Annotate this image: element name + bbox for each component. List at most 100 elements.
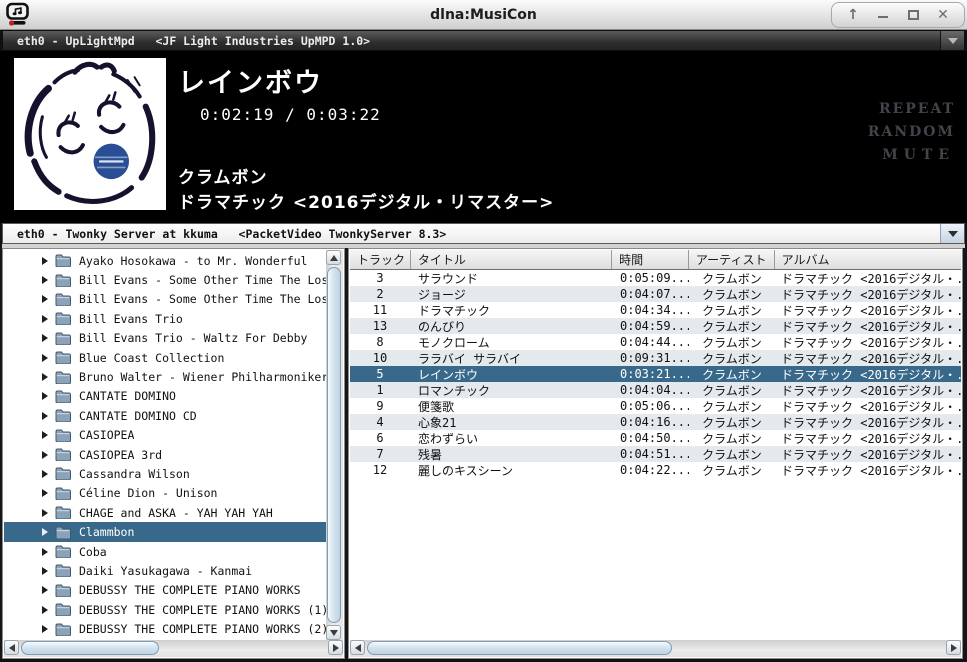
maximize-button[interactable] xyxy=(900,5,926,25)
tree-item[interactable]: DEBUSSY THE COMPLETE PIANO WORKS xyxy=(4,581,326,600)
column-header-track[interactable]: トラック xyxy=(350,250,410,269)
tree-item[interactable]: CANTATE DOMINO CD xyxy=(4,406,326,425)
tree-item[interactable]: CASIOPEA xyxy=(4,426,326,445)
scroll-left-button[interactable] xyxy=(4,640,19,655)
expander-icon[interactable] xyxy=(42,257,48,265)
tree-item[interactable]: Clammbon xyxy=(4,522,326,541)
cell-title: 便箋歌 xyxy=(410,398,612,415)
scroll-down-button[interactable] xyxy=(326,625,341,640)
column-header-artist[interactable]: アーティスト xyxy=(688,250,774,269)
expander-icon[interactable] xyxy=(42,295,48,303)
scroll-right-button[interactable] xyxy=(946,640,961,655)
renderer-dropdown-button[interactable] xyxy=(940,31,964,50)
expander-icon[interactable] xyxy=(42,586,48,594)
table-row[interactable]: 6 恋わずらい 0:04:50... クラムボン ドラマチック <2016デジタ… xyxy=(350,430,961,446)
server-dropdown-button[interactable] xyxy=(940,224,964,243)
tree-horizontal-scrollbar[interactable] xyxy=(4,640,343,657)
expander-icon[interactable] xyxy=(42,509,48,517)
expander-icon[interactable] xyxy=(42,451,48,459)
expander-icon[interactable] xyxy=(42,276,48,284)
tree-item-label: CANTATE DOMINO xyxy=(79,389,176,403)
triangle-left-icon xyxy=(9,644,15,652)
tree-item[interactable]: CANTATE DOMINO xyxy=(4,387,326,406)
table-row[interactable]: 11 ドラマチック 0:04:34... クラムボン ドラマチック <2016デ… xyxy=(350,302,961,318)
repeat-toggle[interactable]: REPEAT xyxy=(879,101,955,117)
table-row[interactable]: 2 ジョージ 0:04:07... クラムボン ドラマチック <2016デジタル… xyxy=(350,286,961,302)
table-row[interactable]: 1 ロマンチック 0:04:04... クラムボン ドラマチック <2016デジ… xyxy=(350,382,961,398)
track-list: 3 サラウンド 0:05:09... クラムボン ドラマチック <2016デジタ… xyxy=(350,270,961,640)
server-select[interactable]: eth0 - Twonky Server at kkuma <PacketVid… xyxy=(2,223,965,244)
random-toggle[interactable]: RANDOM xyxy=(868,124,955,140)
table-row[interactable]: 13 のんびり 0:04:59... クラムボン ドラマチック <2016デジタ… xyxy=(350,318,961,334)
table-hscroll-thumb[interactable] xyxy=(367,641,672,655)
tree-item[interactable]: Bill Evans - Some Other Time The Lost Se… xyxy=(4,270,326,289)
expander-icon[interactable] xyxy=(42,334,48,342)
triangle-left-icon xyxy=(355,644,361,652)
tree-item[interactable]: DEBUSSY THE COMPLETE PIANO WORKS (1) xyxy=(4,600,326,619)
table-row[interactable]: 8 モノクローム 0:04:44... クラムボン ドラマチック <2016デジ… xyxy=(350,334,961,350)
cell-track: 1 xyxy=(350,383,410,397)
close-button[interactable]: ✕ xyxy=(930,5,956,25)
expander-icon[interactable] xyxy=(42,373,48,381)
tree-item[interactable]: Ayako Hosokawa - to Mr. Wonderful xyxy=(4,251,326,270)
minimize-button[interactable] xyxy=(870,5,896,25)
scroll-left-button[interactable] xyxy=(350,640,365,655)
tree-item[interactable]: Cassandra Wilson xyxy=(4,464,326,483)
expander-icon[interactable] xyxy=(42,489,48,497)
table-row[interactable]: 5 レインボウ 0:03:21... クラムボン ドラマチック <2016デジタ… xyxy=(350,366,961,382)
expander-icon[interactable] xyxy=(42,548,48,556)
expander-icon[interactable] xyxy=(42,567,48,575)
scroll-right-button[interactable] xyxy=(328,640,343,655)
tree-item[interactable]: Bill Evans Trio xyxy=(4,309,326,328)
expander-icon[interactable] xyxy=(42,625,48,633)
cell-track: 7 xyxy=(350,447,410,461)
expander-icon[interactable] xyxy=(42,412,48,420)
track-album: ドラマチック <2016デジタル・リマスター> xyxy=(178,188,554,213)
tree-item[interactable]: CASIOPEA 3rd xyxy=(4,445,326,464)
cell-album: ドラマチック <2016デジタル・.. xyxy=(775,398,961,415)
scroll-up-button[interactable] xyxy=(326,250,341,265)
table-horizontal-scrollbar[interactable] xyxy=(350,640,961,657)
column-header-time[interactable]: 時間 xyxy=(611,250,688,269)
tree-vertical-scrollbar[interactable] xyxy=(326,250,343,640)
cell-artist: クラムボン xyxy=(689,382,775,399)
cell-time: 0:04:07... xyxy=(612,287,689,301)
cell-title: ドラマチック xyxy=(410,302,612,319)
tree-item[interactable]: Coba xyxy=(4,542,326,561)
shade-button[interactable]: ↑ xyxy=(840,5,866,25)
cell-artist: クラムボン xyxy=(689,334,775,351)
column-header-album[interactable]: アルバム xyxy=(774,250,961,269)
expander-icon[interactable] xyxy=(42,354,48,362)
expander-icon[interactable] xyxy=(42,392,48,400)
expander-icon[interactable] xyxy=(42,606,48,614)
mute-toggle[interactable]: MUTE xyxy=(882,147,955,163)
expander-icon[interactable] xyxy=(42,315,48,323)
renderer-select[interactable]: eth0 - UpLightMpd <JF Light Industries U… xyxy=(2,30,965,51)
expander-icon[interactable] xyxy=(42,431,48,439)
tree-item[interactable]: CHAGE and ASKA - YAH YAH YAH xyxy=(4,503,326,522)
tree-item[interactable]: Blue Coast Collection xyxy=(4,348,326,367)
cell-track: 9 xyxy=(350,399,410,413)
table-row[interactable]: 9 便箋歌 0:05:06... クラムボン ドラマチック <2016デジタル・… xyxy=(350,398,961,414)
tree-item[interactable]: Bruno Walter - Wiener Philharmoniker - K… xyxy=(4,367,326,386)
tree-hscroll-thumb[interactable] xyxy=(21,641,159,655)
expander-icon[interactable] xyxy=(42,470,48,478)
tree-item[interactable]: Bill Evans Trio - Waltz For Debby xyxy=(4,329,326,348)
tree-item-label: Clammbon xyxy=(79,525,134,539)
tree-item[interactable]: Bill Evans - Some Other Time The Lost Se… xyxy=(4,290,326,309)
table-row[interactable]: 7 残暑 0:04:51... クラムボン ドラマチック <2016デジタル・.… xyxy=(350,446,961,462)
table-row[interactable]: 3 サラウンド 0:05:09... クラムボン ドラマチック <2016デジタ… xyxy=(350,270,961,286)
folder-icon xyxy=(55,274,71,287)
table-row[interactable]: 4 心象21 0:04:16... クラムボン ドラマチック <2016デジタル… xyxy=(350,414,961,430)
album-art xyxy=(14,58,166,210)
titlebar[interactable]: dlna:MusiCon ↑ ✕ xyxy=(0,0,967,30)
expander-icon[interactable] xyxy=(42,528,48,536)
tree-item[interactable]: Daiki Yasukagawa - Kanmai xyxy=(4,561,326,580)
tree-scroll-thumb[interactable] xyxy=(327,267,341,623)
tree-item-label: Bill Evans Trio - Waltz For Debby xyxy=(79,331,307,345)
tree-item[interactable]: Céline Dion - Unison xyxy=(4,484,326,503)
table-row[interactable]: 10 ララバイ サラバイ 0:09:31... クラムボン ドラマチック <20… xyxy=(350,350,961,366)
table-row[interactable]: 12 麗しのキスシーン 0:04:22... クラムボン ドラマチック <201… xyxy=(350,462,961,478)
tree-item[interactable]: DEBUSSY THE COMPLETE PIANO WORKS (2) xyxy=(4,619,326,638)
column-header-title[interactable]: タイトル xyxy=(410,250,611,269)
